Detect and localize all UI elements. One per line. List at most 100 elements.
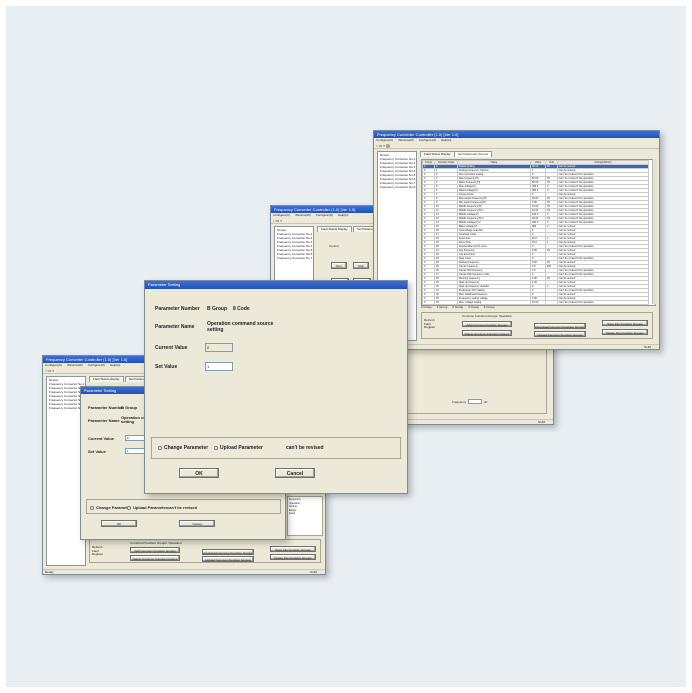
- menu-item[interactable]: Window(W): [295, 213, 311, 217]
- new-icon[interactable]: ▫: [273, 218, 274, 223]
- set-value[interactable]: 1: [127, 449, 129, 453]
- group-title: Common Function Groups: Operation: [462, 314, 513, 318]
- col-function-code[interactable]: Function Code: [434, 160, 458, 165]
- status-text: Ready: [45, 570, 54, 574]
- save-icon[interactable]: ▪: [52, 368, 53, 373]
- delete-file-group-button[interactable]: Delete File Function Groups: [602, 329, 648, 335]
- status-num: NUM: [538, 420, 545, 424]
- tab-fault-status[interactable]: Fault Status Display: [89, 376, 124, 382]
- current-value-label: Current Value: [155, 345, 188, 351]
- change-parameter-radio[interactable]: Change Parameter: [90, 505, 131, 510]
- menu-item[interactable]: Configure(O): [88, 363, 105, 367]
- open-icon[interactable]: ▭: [48, 368, 52, 373]
- group-title: Combined Function Groups: Operation: [130, 541, 182, 545]
- control-label: Control: [329, 244, 339, 248]
- group-value: B Group: [207, 306, 227, 312]
- table-cell: can't be revised if the operation: [557, 304, 649, 305]
- tree-item[interactable]: Frequency Converter No.8: [380, 185, 415, 189]
- save-icon[interactable]: ▪: [280, 218, 281, 223]
- cancel-button[interactable]: Cancel: [179, 520, 215, 527]
- menu-item[interactable]: Configure(O): [419, 138, 436, 142]
- menu-item[interactable]: Configure(C): [45, 363, 62, 367]
- set-value-field[interactable]: 1: [205, 362, 233, 371]
- tree-item[interactable]: Frequency Converter No.7: [277, 256, 312, 260]
- tab-group-0[interactable]: 0 Group: [421, 305, 432, 309]
- new-icon[interactable]: ▫: [45, 368, 46, 373]
- radio-label: Upload Parameter: [133, 505, 168, 510]
- function-group-box: Refresh Fault Register Combined Function…: [89, 539, 321, 563]
- upload-common-group-button[interactable]: Upload Common Function Groups: [534, 331, 586, 337]
- tab-parameter-groups[interactable]: Set Parameter Groups: [454, 151, 493, 157]
- function-group-box: Refresh Fault Register Common Function G…: [421, 312, 653, 339]
- menu-item[interactable]: Configure(C): [376, 138, 393, 142]
- open-icon[interactable]: ▭: [379, 143, 383, 148]
- ok-button[interactable]: OK: [101, 520, 137, 527]
- upload-parameter-radio[interactable]: Upload Parameter: [214, 445, 263, 451]
- radio-label: Change Parameter: [164, 445, 209, 451]
- status-bar: ReadyNUM: [374, 344, 659, 349]
- print-icon[interactable]: ▤: [386, 143, 390, 148]
- menu-item[interactable]: Help(H): [110, 363, 120, 367]
- param-name-label: Parameter Name: [155, 324, 195, 330]
- set-value[interactable]: 1: [207, 364, 209, 369]
- upload-common-group-button[interactable]: Upload Common Function Groups: [202, 556, 254, 562]
- refresh-fault-label[interactable]: Refresh Fault Register: [92, 545, 104, 557]
- frequency-unit: Hz: [484, 400, 488, 404]
- param-name-value: Operation command source setting: [207, 321, 274, 333]
- menu-item[interactable]: Help(H): [338, 213, 348, 217]
- delete-common-group-button[interactable]: Delete Common Function Groups: [462, 330, 512, 336]
- ok-button[interactable]: OK: [179, 468, 219, 478]
- tab-group-2[interactable]: 2 Group: [452, 305, 463, 309]
- refresh-fault-label[interactable]: Refresh Fault Register: [424, 318, 436, 330]
- add-common-group-button[interactable]: Add Common Function Groups: [130, 547, 180, 553]
- run-button[interactable]: Run: [331, 262, 347, 269]
- set-value-label: Set Value: [88, 449, 106, 454]
- status-num: NUM: [310, 570, 317, 574]
- set-value-label: Set Value: [155, 364, 178, 370]
- parameter-table-wrap: Group Function Code Name Value Unit Chan…: [421, 159, 656, 306]
- radio-icon: [90, 505, 94, 510]
- delete-file-group-button[interactable]: Delete File Function Groups: [270, 554, 316, 560]
- list-item: Accel: [289, 512, 296, 515]
- frequency-field: [468, 399, 482, 404]
- add-common-group-button[interactable]: Add Common Function Groups: [462, 321, 512, 327]
- upload-parameter-radio[interactable]: Upload Parameter: [127, 505, 167, 510]
- download-common-group-button[interactable]: Download Common Function Groups: [202, 549, 254, 555]
- current-value: 0: [207, 345, 210, 350]
- dialog-title-bar[interactable]: Parameter Setting: [145, 281, 407, 289]
- stop-button[interactable]: Stop: [353, 262, 369, 269]
- save-icon[interactable]: ▪: [383, 143, 384, 148]
- save-file-group-button[interactable]: Save File Function Groups: [602, 320, 648, 326]
- menu-item[interactable]: Configure(O): [316, 213, 333, 217]
- save-file-group-button[interactable]: Save File Function Groups: [270, 546, 316, 552]
- title-bar[interactable]: Frequency Converter Controller (1.0) [Ve…: [374, 131, 659, 138]
- cancel-button[interactable]: Cancel: [275, 468, 315, 478]
- tab-fault-status[interactable]: Fault Status Display: [317, 226, 352, 232]
- tab-group-4[interactable]: 4 Group: [484, 305, 495, 309]
- open-icon[interactable]: ▭: [276, 218, 280, 223]
- tab-group-3[interactable]: 3 Group: [468, 305, 479, 309]
- current-value-field: 0: [205, 343, 233, 352]
- status-num: NUM: [644, 345, 651, 349]
- menu-item[interactable]: Window(W): [398, 138, 414, 142]
- revise-note: can't be revised: [286, 445, 324, 451]
- parameter-dialog: Parameter Setting Parameter Number B Gro…: [144, 280, 408, 494]
- status-bar: Ready NUM: [43, 569, 325, 574]
- menu-item[interactable]: Help(H): [441, 138, 451, 142]
- frequency-label: Frequency: [452, 400, 467, 404]
- change-parameter-radio[interactable]: Change Parameter: [158, 445, 208, 451]
- new-icon[interactable]: ▫: [376, 143, 377, 148]
- tab-group-1[interactable]: 1 Group: [437, 305, 448, 309]
- menu-item[interactable]: Window(W): [67, 363, 83, 367]
- delete-common-group-button[interactable]: Delete Common Function Groups: [130, 555, 180, 561]
- revise-note: can't be revised: [167, 505, 198, 510]
- param-number-label: Parameter Number: [88, 405, 124, 410]
- vertical-scrollbar[interactable]: [652, 159, 657, 304]
- menu-item[interactable]: Configure(C): [273, 213, 290, 217]
- code-value: 8 Code: [233, 306, 250, 312]
- download-common-group-button[interactable]: Download Common Function Groups: [534, 323, 586, 329]
- tab-fault-status[interactable]: Fault Status Display: [420, 151, 455, 157]
- main-window-front: Frequency Converter Controller (1.0) [Ve…: [373, 130, 660, 350]
- tree-item[interactable]: Frequency Converter No.7: [49, 406, 84, 410]
- parameter-table-body: 0 0 Digital Setting 50.00 Hz can be revised 0 1…: [422, 164, 649, 305]
